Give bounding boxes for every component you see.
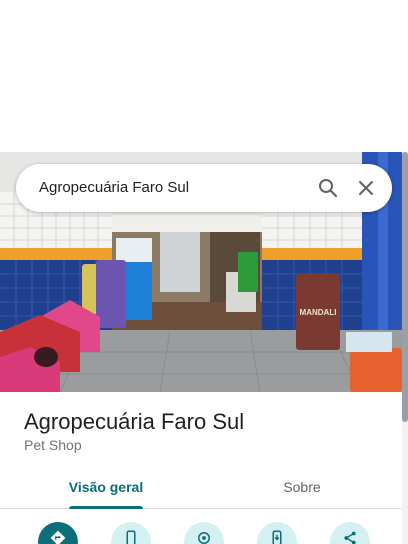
- phone-icon: [126, 530, 136, 544]
- nearby-icon: [198, 532, 210, 544]
- product-bag-label: MANDALI: [300, 308, 337, 317]
- save-to-phone-icon: [272, 530, 282, 544]
- tab-bar: Visão geral Sobre: [0, 465, 402, 509]
- call-button[interactable]: [111, 522, 151, 544]
- search-input[interactable]: Agropecuária Faro Sul: [39, 179, 189, 196]
- share-button[interactable]: [330, 522, 370, 544]
- place-category: Pet Shop: [24, 437, 82, 453]
- scrollbar-thumb[interactable]: [402, 152, 408, 422]
- close-icon[interactable]: [354, 176, 378, 200]
- tab-selected-indicator: [69, 506, 143, 509]
- share-icon: [344, 531, 356, 544]
- place-title: Agropecuária Faro Sul: [24, 409, 245, 434]
- blank-area: [0, 0, 408, 152]
- tab-overview[interactable]: Visão geral: [36, 465, 176, 509]
- directions-icon: [50, 530, 66, 544]
- tab-about[interactable]: Sobre: [232, 465, 372, 509]
- search-icon[interactable]: [316, 176, 340, 200]
- directions-button[interactable]: [38, 522, 78, 544]
- nearby-button[interactable]: [184, 522, 224, 544]
- send-to-phone-button[interactable]: [257, 522, 297, 544]
- search-bar[interactable]: Agropecuária Faro Sul: [16, 164, 392, 212]
